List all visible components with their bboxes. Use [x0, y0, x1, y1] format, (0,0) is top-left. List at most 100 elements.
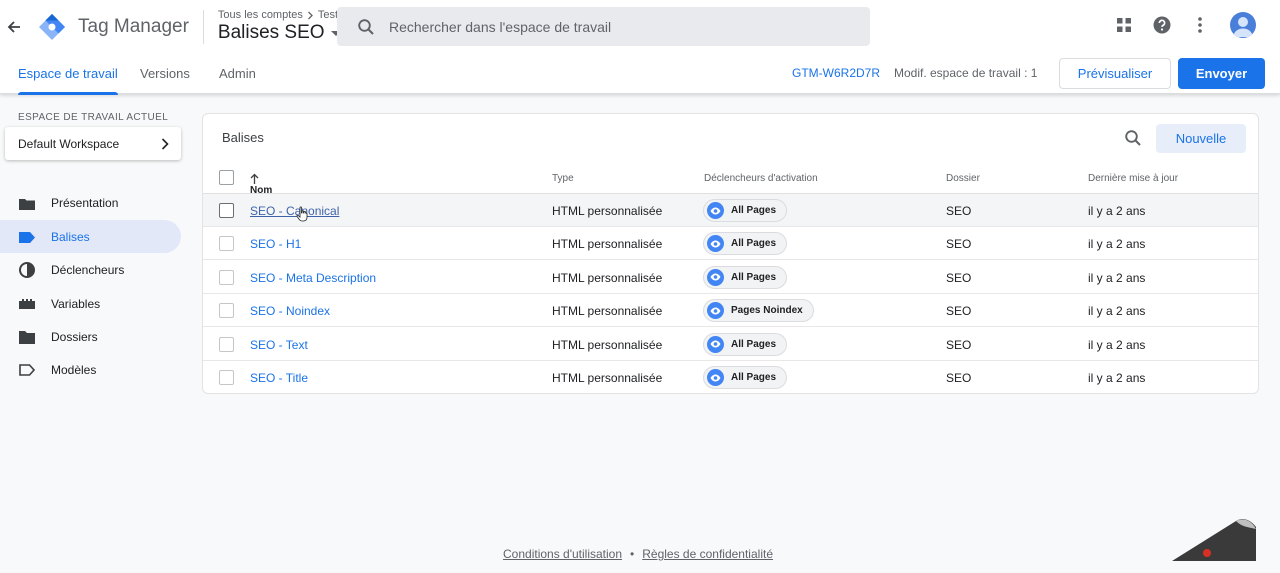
- container-selector[interactable]: Tous les comptes Test Balises SEO: [218, 9, 341, 44]
- table-row[interactable]: SEO - Text HTML personnalisée All Pages SEO…: [203, 328, 1258, 361]
- tags-card: Balises Nouvelle Nom Type Déclencheurs d…: [202, 113, 1259, 394]
- sidebar-item-label: Dossiers: [51, 329, 98, 344]
- eye-icon: [707, 202, 724, 219]
- column-header-triggers[interactable]: Déclencheurs d'activation: [704, 173, 818, 184]
- row-checkbox[interactable]: [219, 336, 234, 352]
- eye-icon: [707, 235, 724, 253]
- new-tag-button[interactable]: Nouvelle: [1156, 124, 1246, 153]
- container-name[interactable]: Balises SEO: [218, 22, 341, 44]
- back-arrow-icon[interactable]: [2, 15, 26, 39]
- submit-button[interactable]: Envoyer: [1178, 58, 1265, 89]
- tab-workspace[interactable]: Espace de travail: [18, 53, 118, 95]
- tag-last-updated: il y a 2 ans: [1088, 204, 1146, 218]
- sidebar-item-label: Balises: [51, 229, 90, 244]
- table-row[interactable]: SEO - Title HTML personnalisée All Pages SE…: [203, 361, 1258, 394]
- tag-name-link[interactable]: SEO - Title: [250, 371, 308, 385]
- workspace-selector[interactable]: Default Workspace: [5, 127, 181, 160]
- table-row[interactable]: SEO - H1 HTML personnalisée All Pages SEO il…: [203, 227, 1258, 261]
- container-id-link[interactable]: GTM-W6R2D7R: [792, 66, 880, 80]
- workspace-search[interactable]: [337, 7, 870, 46]
- sidebar-item-overview[interactable]: Présentation: [0, 186, 181, 219]
- trigger-chip-label: All Pages: [731, 271, 777, 283]
- hand-cursor-icon: [296, 206, 308, 222]
- tag-last-updated: il y a 2 ans: [1088, 304, 1146, 319]
- sidebar-item-folders[interactable]: Dossiers: [0, 320, 181, 353]
- trigger-chip-label: All Pages: [731, 238, 777, 250]
- sort-arrow-up-icon: [250, 173, 259, 184]
- column-header-name[interactable]: Nom: [250, 173, 272, 196]
- tag-manager-logo-icon: [38, 13, 66, 41]
- sidebar-item-label: Modèles: [51, 362, 97, 377]
- row-checkbox[interactable]: [219, 370, 234, 385]
- terms-link[interactable]: Conditions d'utilisation: [503, 547, 622, 561]
- table-row[interactable]: SEO - Meta Description HTML personnalisée…: [203, 261, 1258, 294]
- tag-folder: SEO: [946, 237, 972, 252]
- tag-last-updated: il y a 2 ans: [1088, 337, 1146, 352]
- tab-admin[interactable]: Admin: [219, 53, 256, 94]
- column-header-updated[interactable]: Dernière mise à jour: [1088, 173, 1178, 184]
- trigger-chip[interactable]: Pages Noindex: [703, 299, 814, 323]
- tag-name-link[interactable]: SEO - Text: [250, 338, 308, 352]
- eye-icon: [707, 302, 724, 320]
- table-header: Nom Type Déclencheurs d'activation Dossi…: [203, 161, 1258, 196]
- workspace-changes-count: Modif. espace de travail : 1: [894, 66, 1038, 80]
- sidebar-item-triggers[interactable]: Déclencheurs: [0, 253, 181, 286]
- tag-last-updated: il y a 2 ans: [1088, 237, 1146, 252]
- tag-folder: SEO: [946, 204, 972, 218]
- table-row[interactable]: SEO - Noindex HTML personnalisée Pages Noi…: [203, 294, 1258, 328]
- search-input[interactable]: [389, 18, 829, 35]
- apps-grid-icon[interactable]: [1114, 15, 1134, 35]
- chevron-right-icon: [307, 11, 313, 19]
- eye-icon: [707, 369, 724, 386]
- row-checkbox[interactable]: [219, 303, 234, 319]
- sidebar-item-variables[interactable]: Variables: [0, 287, 181, 320]
- trigger-chip-label: All Pages: [731, 338, 777, 350]
- row-checkbox[interactable]: [219, 203, 234, 218]
- top-bar: Tag Manager Tous les comptes Test Balise…: [0, 0, 1280, 53]
- more-vert-icon[interactable]: [1190, 15, 1210, 35]
- eye-icon: [707, 268, 724, 286]
- sidebar-item-templates[interactable]: Modèles: [0, 353, 181, 386]
- tab-versions[interactable]: Versions: [140, 53, 190, 94]
- footer: Conditions d'utilisation • Règles de con…: [503, 547, 773, 561]
- table-row[interactable]: SEO - Canonical HTML personnalisée All Pag…: [203, 194, 1258, 227]
- account-avatar[interactable]: [1230, 12, 1256, 38]
- trigger-chip[interactable]: All Pages: [703, 232, 788, 256]
- trigger-chip[interactable]: All Pages: [703, 366, 788, 389]
- folder-icon: [19, 329, 35, 345]
- footer-separator: •: [630, 547, 635, 561]
- breadcrumb: Tous les comptes Test: [218, 9, 341, 21]
- trigger-chip[interactable]: All Pages: [703, 199, 788, 222]
- trigger-chip[interactable]: All Pages: [703, 265, 788, 289]
- select-all-checkbox[interactable]: [219, 170, 234, 185]
- privacy-link[interactable]: Règles de confidentialité: [642, 547, 773, 561]
- tag-icon: [19, 229, 35, 245]
- template-icon: [19, 362, 35, 378]
- tag-type: HTML personnalisée: [552, 204, 663, 218]
- sidebar-item-tags[interactable]: Balises: [0, 220, 181, 253]
- app-title: Tag Manager: [78, 15, 189, 37]
- sidebar-item-label: Déclencheurs: [51, 262, 125, 277]
- variables-icon: [19, 296, 35, 312]
- eye-icon: [707, 335, 724, 353]
- tag-name-link[interactable]: SEO - H1: [250, 237, 301, 251]
- sidebar-item-label: Variables: [51, 296, 101, 311]
- search-icon[interactable]: [1124, 129, 1142, 147]
- trigger-chip[interactable]: All Pages: [703, 332, 788, 356]
- tag-type: HTML personnalisée: [552, 237, 663, 252]
- container-name-label: Balises SEO: [217, 22, 325, 43]
- trigger-icon: [19, 262, 35, 278]
- tag-name-link[interactable]: SEO - Noindex: [250, 304, 330, 318]
- row-checkbox[interactable]: [219, 236, 234, 252]
- tag-name-link[interactable]: SEO - Meta Description: [250, 271, 376, 285]
- column-header-type[interactable]: Type: [552, 173, 574, 184]
- tag-name-link[interactable]: SEO - Canonical: [250, 204, 339, 218]
- overview-icon: [19, 195, 35, 211]
- preview-button[interactable]: Prévisualiser: [1059, 58, 1171, 89]
- trigger-chip-label: All Pages: [731, 372, 777, 383]
- trigger-chip-label: All Pages: [731, 205, 777, 216]
- row-checkbox[interactable]: [219, 269, 234, 285]
- help-icon[interactable]: [1152, 15, 1172, 35]
- tag-last-updated: il y a 2 ans: [1088, 371, 1146, 385]
- column-header-folder[interactable]: Dossier: [946, 173, 980, 184]
